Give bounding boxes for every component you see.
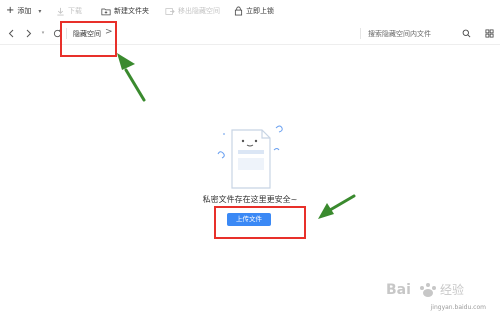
lock-now-label: 立即上锁 [246,7,274,15]
empty-state-message: 私密文件存在这里更安全~ [202,195,298,204]
lock-now-button[interactable]: 立即上锁 [234,4,274,18]
grid-view-icon[interactable] [484,28,494,38]
chevron-down-icon: ▾ [38,7,42,15]
empty-folder-illustration [217,125,283,189]
divider [360,28,361,39]
search-input[interactable]: 搜索隐藏空间内文件 [368,29,431,39]
folder-plus-icon [101,8,111,15]
back-icon[interactable] [6,28,16,38]
new-folder-button[interactable]: 新建文件夹 [101,4,149,18]
add-button[interactable]: + 添加 ▾ [6,4,41,18]
add-label: 添加 [17,7,32,15]
watermark-url: jingyan.baidu.com [430,304,486,311]
forward-icon[interactable] [24,28,34,38]
toolbar: + 添加 ▾ 下载 新建文件夹 移出隐藏空间 立即上锁 [0,0,500,22]
annotation-box-upload [214,206,306,239]
download-button[interactable]: 下载 [56,4,82,18]
annotation-arrow-up [117,53,146,102]
move-out-icon [165,7,175,15]
svg-text:Bai: Bai [386,282,411,298]
new-folder-label: 新建文件夹 [114,7,149,15]
search-icon[interactable] [461,28,471,38]
svg-text:经验: 经验 [440,282,464,297]
move-out-button[interactable]: 移出隐藏空间 [165,4,220,18]
download-icon [57,7,64,16]
move-out-label: 移出隐藏空间 [178,7,220,15]
download-label: 下载 [68,7,82,15]
dropdown-chevron-icon[interactable]: ▾ [38,28,48,38]
plus-icon: + [6,5,15,16]
lock-icon [234,6,243,16]
annotation-box-breadcrumb [60,21,117,57]
